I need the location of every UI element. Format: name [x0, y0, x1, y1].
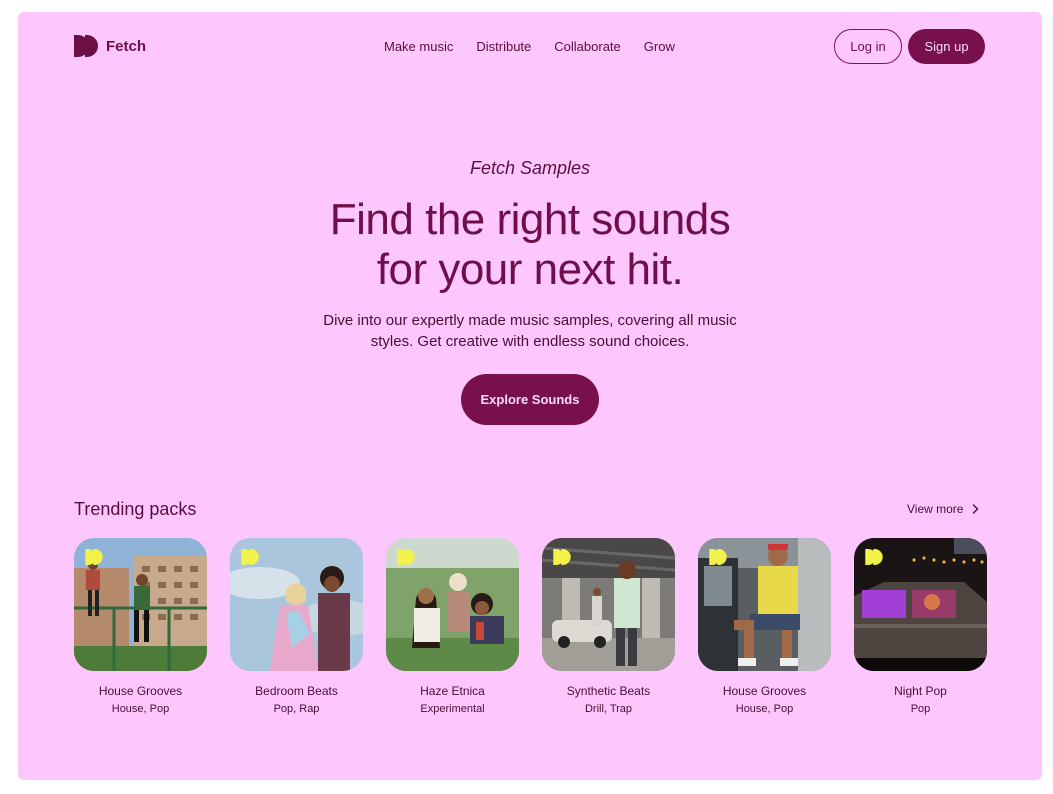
fetch-logo-icon — [85, 549, 103, 565]
pack-thumbnail — [698, 538, 831, 671]
login-button[interactable]: Log in — [834, 29, 902, 64]
pack-genres: House, Pop — [111, 703, 170, 715]
pack-thumbnail — [230, 538, 363, 671]
pack-genres: House, Pop — [735, 703, 794, 715]
pack-name: House Grooves — [98, 684, 183, 698]
fetch-logo-icon — [74, 35, 98, 57]
pack-name: House Grooves — [722, 684, 807, 698]
nav-link-distribute[interactable]: Distribute — [476, 39, 531, 54]
brand-logo[interactable]: Fetch — [74, 35, 146, 57]
pack-card[interactable]: House Grooves House, Pop — [698, 538, 831, 715]
top-navigation: Fetch Make music Distribute Collaborate … — [18, 12, 1042, 82]
pack-genres: Pop, Rap — [273, 703, 320, 715]
nav-links: Make music Distribute Collaborate Grow — [384, 39, 675, 54]
pack-card[interactable]: House Grooves House, Pop — [74, 538, 207, 715]
signup-button[interactable]: Sign up — [908, 29, 985, 64]
hero-eyebrow: Fetch Samples — [469, 158, 591, 178]
nav-link-grow[interactable]: Grow — [644, 39, 675, 54]
view-more-label: View more — [907, 502, 964, 516]
page-frame: Fetch Make music Distribute Collaborate … — [18, 12, 1042, 780]
pack-genres: Drill, Trap — [584, 703, 633, 715]
fetch-logo-icon — [241, 549, 259, 565]
pack-card[interactable]: Bedroom Beats Pop, Rap — [230, 538, 363, 715]
pack-name: Night Pop — [894, 684, 947, 698]
nav-link-collaborate[interactable]: Collaborate — [554, 39, 621, 54]
hero-headline: Find the right sounds for your next hit. — [18, 195, 1042, 295]
explore-sounds-button[interactable]: Explore Sounds — [461, 374, 599, 425]
pack-thumbnail — [854, 538, 987, 671]
pack-thumbnail — [74, 538, 207, 671]
trending-packs-list: House Grooves House, Pop Bedroom Beats P… — [74, 538, 987, 715]
pack-card[interactable]: Haze Etnica Experimental — [386, 538, 519, 715]
hero-headline-line2: for your next hit. — [376, 245, 684, 294]
pack-card[interactable]: Night Pop Pop — [854, 538, 987, 715]
hero-subtext: Dive into our expertly made music sample… — [323, 312, 737, 350]
fetch-logo-icon — [553, 549, 571, 565]
pack-card[interactable]: Synthetic Beats Drill, Trap — [542, 538, 675, 715]
pack-genres: Pop — [910, 703, 931, 715]
hero-headline-line1: Find the right sounds — [329, 195, 731, 244]
pack-genres: Experimental — [420, 703, 485, 715]
chevron-right-icon — [973, 504, 979, 514]
fetch-logo-icon — [397, 549, 415, 565]
fetch-logo-icon — [709, 549, 727, 565]
view-more-link[interactable]: View more — [907, 502, 979, 516]
pack-name: Synthetic Beats — [566, 684, 651, 698]
pack-thumbnail — [386, 538, 519, 671]
pack-thumbnail — [542, 538, 675, 671]
pack-name: Bedroom Beats — [255, 684, 338, 698]
pack-name: Haze Etnica — [420, 684, 485, 698]
nav-link-make-music[interactable]: Make music — [384, 39, 453, 54]
trending-title: Trending packs — [74, 499, 197, 519]
fetch-logo-icon — [865, 549, 883, 565]
brand-name: Fetch — [106, 37, 147, 55]
